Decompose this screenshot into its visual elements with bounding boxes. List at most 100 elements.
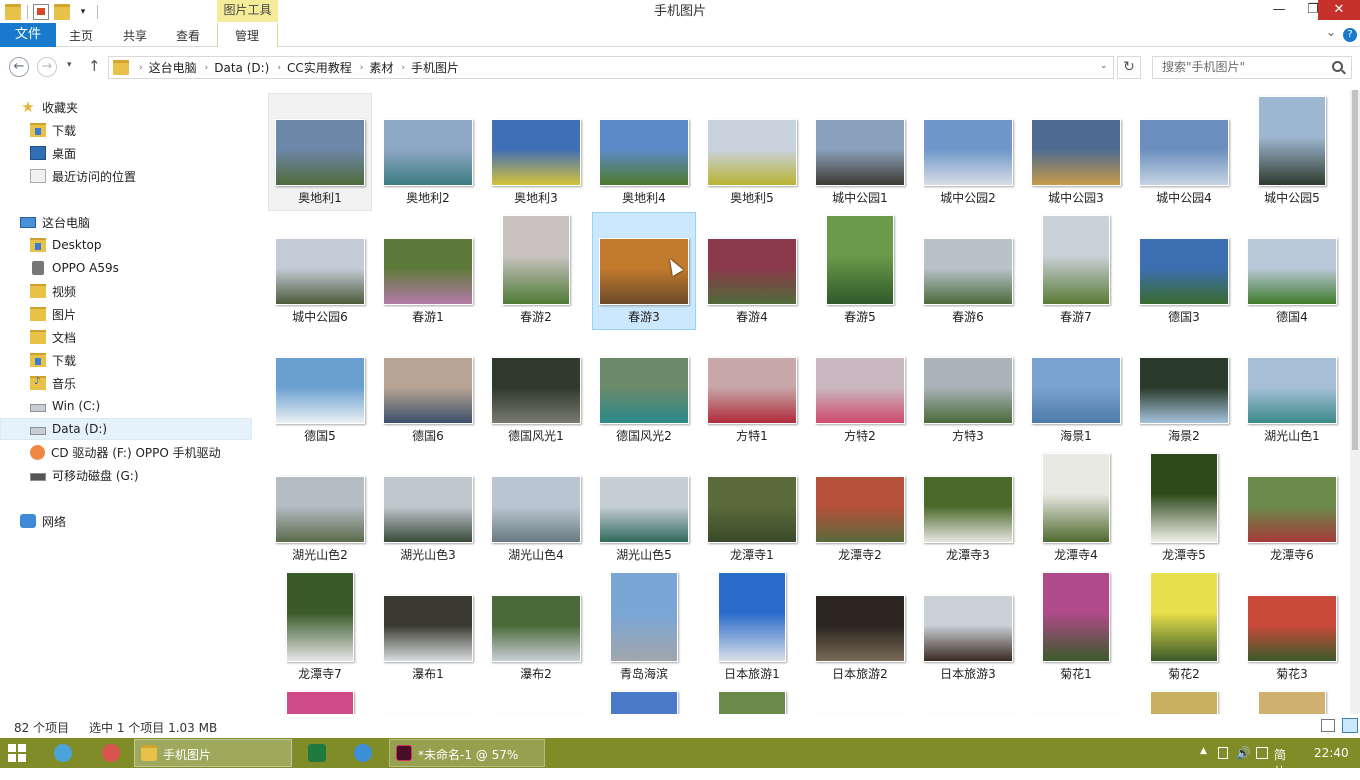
file-tile[interactable]: 奥地利2 [376, 93, 480, 211]
file-tile[interactable]: 海景2 [1132, 331, 1236, 449]
file-tile[interactable]: 龙潭寺4 [1024, 450, 1128, 568]
breadcrumb-materials[interactable]: 素材 [369, 59, 393, 76]
sidebar-item-cd-drive[interactable]: CD 驱动器 (F:) OPPO 手机驱动 [0, 441, 252, 463]
file-tile[interactable]: 城中公园1 [808, 93, 912, 211]
breadcrumb-separator[interactable]: › [360, 63, 364, 73]
internet-explorer-icon[interactable] [354, 744, 372, 762]
keyboard-icon[interactable] [1256, 747, 1268, 759]
sidebar-item-data-d[interactable]: Data (D:) [0, 418, 252, 440]
sidebar-item-downloads-pc[interactable]: 下载 [0, 349, 252, 371]
sidebar-item-desktop-folder[interactable]: Desktop [0, 234, 252, 256]
sidebar-this-pc[interactable]: 这台电脑 [0, 211, 252, 233]
clock[interactable]: 22:40 [1314, 746, 1349, 760]
file-tile[interactable] [1132, 688, 1236, 714]
file-tile[interactable]: 湖光山色2 [268, 450, 372, 568]
breadcrumb-separator[interactable]: › [139, 63, 143, 73]
back-button[interactable]: ← [9, 57, 29, 77]
large-icons-view-icon[interactable] [1342, 718, 1358, 733]
sidebar-item-recent-places[interactable]: 最近访问的位置 [0, 165, 252, 187]
volume-icon[interactable]: 🔊 [1236, 746, 1251, 760]
file-tile[interactable]: 海景1 [1024, 331, 1128, 449]
search-icon[interactable] [1332, 61, 1343, 72]
file-tile[interactable]: 奥地利3 [484, 93, 588, 211]
file-tile[interactable] [484, 688, 588, 714]
file-tile[interactable] [916, 688, 1020, 714]
file-tile[interactable]: 德国6 [376, 331, 480, 449]
file-tile[interactable]: 城中公园2 [916, 93, 1020, 211]
file-tile[interactable]: 龙潭寺1 [700, 450, 804, 568]
file-tile[interactable]: 城中公园4 [1132, 93, 1236, 211]
tab-view[interactable]: 查看 [176, 23, 200, 47]
refresh-button[interactable]: ↻ [1117, 56, 1141, 79]
file-tile[interactable]: 龙潭寺2 [808, 450, 912, 568]
forward-button[interactable]: → [37, 57, 57, 77]
app-icon[interactable] [54, 744, 72, 762]
file-tile[interactable] [1024, 688, 1128, 714]
sidebar-item-win-c[interactable]: Win (C:) [0, 395, 252, 417]
file-tile[interactable]: 奥地利5 [700, 93, 804, 211]
breadcrumb-separator[interactable]: › [205, 63, 209, 73]
tray-expand-icon[interactable]: ▲ [1200, 746, 1207, 756]
scrollbar-thumb[interactable] [1352, 90, 1358, 450]
file-tile[interactable]: 城中公园3 [1024, 93, 1128, 211]
file-tile[interactable]: 奥地利1 [268, 93, 372, 211]
file-tile[interactable]: 日本旅游1 [700, 569, 804, 687]
file-tile[interactable] [376, 688, 480, 714]
file-tile[interactable] [808, 688, 912, 714]
file-tile[interactable]: 奥地利4 [592, 93, 696, 211]
file-tile[interactable]: 瀑布2 [484, 569, 588, 687]
app-icon[interactable] [102, 744, 120, 762]
file-tile[interactable]: 湖光山色4 [484, 450, 588, 568]
file-tile[interactable]: 春游7 [1024, 212, 1128, 330]
close-button[interactable]: ✕ [1318, 0, 1360, 20]
file-tile[interactable]: 城中公园5 [1240, 93, 1344, 211]
file-tile[interactable]: 日本旅游3 [916, 569, 1020, 687]
breadcrumb-cc-tutorial[interactable]: CC实用教程 [287, 59, 352, 76]
file-tile[interactable]: 德国风光2 [592, 331, 696, 449]
address-bar[interactable]: › 这台电脑 › Data (D:) › CC实用教程 › 素材 › 手机图片 [108, 56, 1114, 79]
file-tile[interactable]: 龙潭寺6 [1240, 450, 1344, 568]
file-tile[interactable]: 春游5 [808, 212, 912, 330]
windows-start-icon[interactable] [8, 744, 26, 762]
file-tile[interactable]: 湖光山色5 [592, 450, 696, 568]
file-tile[interactable]: 龙潭寺3 [916, 450, 1020, 568]
sidebar-item-videos[interactable]: 视频 [0, 280, 252, 302]
folder-icon[interactable] [5, 4, 21, 20]
file-tile[interactable]: 德国3 [1132, 212, 1236, 330]
file-tile[interactable]: 瀑布1 [376, 569, 480, 687]
breadcrumb-separator[interactable]: › [277, 63, 281, 73]
file-tile[interactable]: 龙潭寺7 [268, 569, 372, 687]
file-tile[interactable] [700, 688, 804, 714]
up-button[interactable]: ↑ [88, 57, 101, 75]
file-tile[interactable] [1240, 688, 1344, 714]
customize-dropdown-icon[interactable]: ▾ [75, 4, 91, 20]
recent-locations-dropdown[interactable]: ▾ [67, 60, 72, 70]
details-view-icon[interactable] [1321, 719, 1335, 732]
file-tile[interactable]: 湖光山色3 [376, 450, 480, 568]
file-tile[interactable]: 春游2 [484, 212, 588, 330]
file-tile[interactable]: 菊花1 [1024, 569, 1128, 687]
file-tile[interactable]: 日本旅游2 [808, 569, 912, 687]
new-folder-icon[interactable] [54, 4, 70, 20]
expand-ribbon-icon[interactable]: ⌄ [1326, 25, 1336, 39]
file-tile[interactable]: 春游4 [700, 212, 804, 330]
address-history-dropdown[interactable]: ⌄ [1100, 61, 1108, 71]
sidebar-favorites[interactable]: ★ 收藏夹 [0, 96, 252, 118]
file-tile[interactable]: 龙潭寺5 [1132, 450, 1236, 568]
properties-icon[interactable] [33, 4, 49, 20]
help-icon[interactable]: ? [1343, 28, 1357, 42]
minimize-button[interactable]: — [1262, 0, 1296, 20]
file-tile[interactable]: 菊花3 [1240, 569, 1344, 687]
ime-mode[interactable]: 简体 [1274, 746, 1286, 780]
file-tile[interactable]: 湖光山色1 [1240, 331, 1344, 449]
tab-manage[interactable]: 管理 [235, 23, 259, 47]
file-tile[interactable]: 菊花2 [1132, 569, 1236, 687]
file-tile[interactable]: 春游6 [916, 212, 1020, 330]
breadcrumb-phone-pictures[interactable]: 手机图片 [411, 59, 459, 76]
sidebar-item-phone[interactable]: OPPO A59s [0, 257, 252, 279]
sidebar-item-music[interactable]: 音乐 [0, 372, 252, 394]
tab-file[interactable]: 文件 [0, 23, 56, 47]
sidebar-item-documents[interactable]: 文档 [0, 326, 252, 348]
file-tile[interactable]: 方特3 [916, 331, 1020, 449]
file-tile[interactable]: 方特2 [808, 331, 912, 449]
